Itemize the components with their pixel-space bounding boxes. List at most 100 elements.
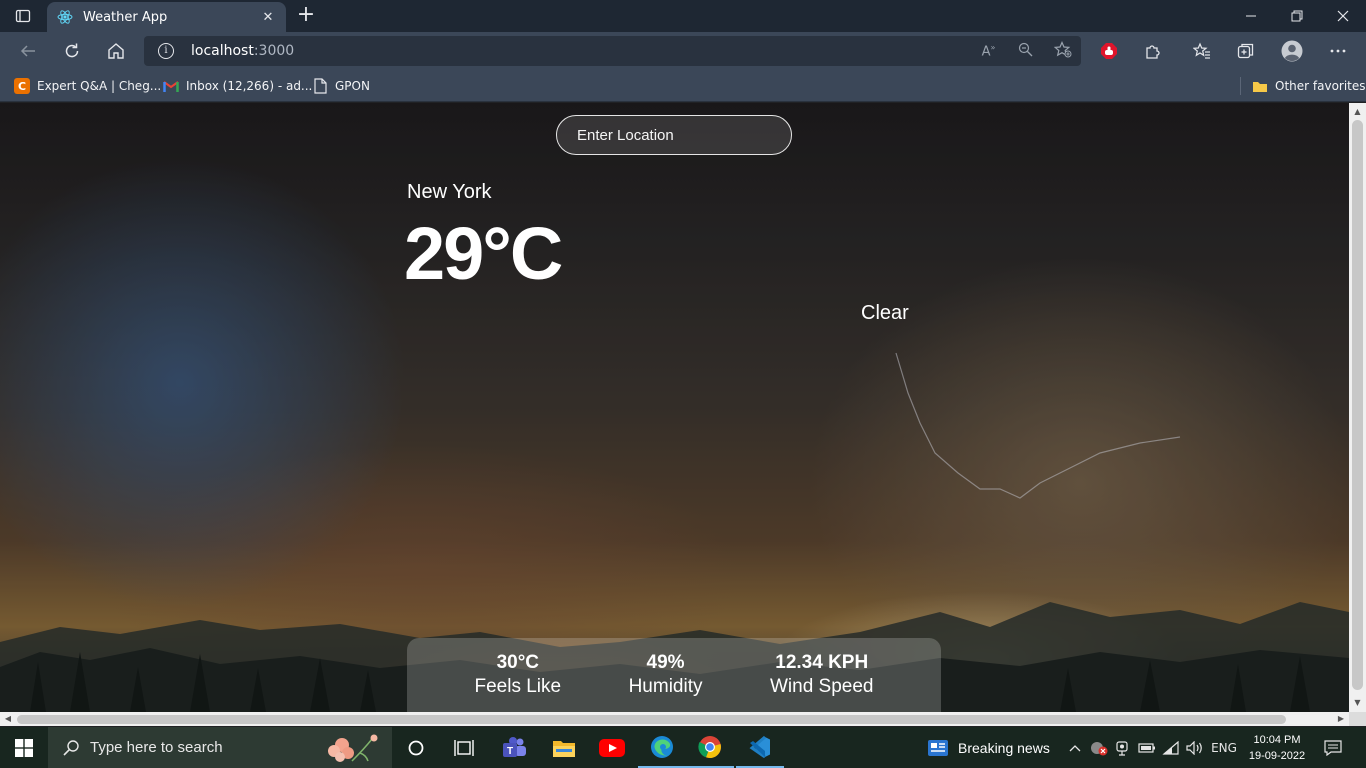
weather-app-page: New York 29°C Clear 30°C Feels Like 49% … xyxy=(0,103,1349,712)
task-view-icon xyxy=(454,739,474,756)
chegg-icon: C xyxy=(14,78,30,94)
vscode-app[interactable] xyxy=(736,727,784,768)
bookmark-gpon[interactable]: GPON xyxy=(312,76,370,96)
tab-close-icon[interactable]: ✕ xyxy=(260,10,276,25)
page-icon xyxy=(312,78,328,94)
close-window-button[interactable] xyxy=(1320,0,1366,32)
chrome-app[interactable] xyxy=(686,727,734,768)
search-icon xyxy=(63,739,79,756)
favorites-icon[interactable] xyxy=(1187,37,1217,65)
home-button[interactable] xyxy=(101,37,131,65)
notifications-button[interactable] xyxy=(1318,727,1348,768)
horizontal-scrollbar[interactable]: ◀ ▶ xyxy=(0,712,1349,726)
horizontal-scroll-thumb[interactable] xyxy=(17,715,1286,724)
vscode-icon xyxy=(749,735,770,758)
folder-icon xyxy=(553,740,575,757)
feels-like-value: 30°C xyxy=(496,652,540,673)
add-favorite-icon[interactable] xyxy=(1044,40,1081,62)
start-button[interactable] xyxy=(0,727,48,768)
current-temperature: 29°C xyxy=(404,212,563,295)
new-tab-button[interactable]: + xyxy=(293,3,319,29)
battery-tray[interactable] xyxy=(1136,727,1158,768)
windows-logo-icon xyxy=(15,738,33,757)
tab-actions-icon xyxy=(15,9,31,23)
collections-icon[interactable] xyxy=(1231,37,1261,65)
taskbar-clock[interactable]: 10:04 PM 19-09-2022 xyxy=(1246,732,1308,764)
news-widget[interactable]: Breaking news xyxy=(928,727,1050,768)
volume-tray[interactable] xyxy=(1184,727,1206,768)
youtube-icon xyxy=(599,738,625,757)
adblock-extension-icon[interactable] xyxy=(1094,37,1124,65)
edge-app[interactable] xyxy=(638,727,686,768)
bookmark-chegg[interactable]: C Expert Q&A | Cheg... xyxy=(14,76,161,96)
scroll-up-arrow-icon[interactable]: ▲ xyxy=(1349,105,1366,119)
news-icon xyxy=(928,739,948,756)
teams-icon: T xyxy=(503,736,526,757)
refresh-icon xyxy=(65,43,79,58)
battery-icon xyxy=(1138,742,1155,753)
settings-more-icon[interactable] xyxy=(1323,37,1353,65)
news-label: Breaking news xyxy=(958,739,1050,756)
bookmark-label: Expert Q&A | Cheg... xyxy=(37,79,162,93)
file-explorer-app[interactable] xyxy=(540,727,588,768)
home-icon xyxy=(108,43,124,59)
cortana-circle-icon xyxy=(408,740,424,755)
back-button[interactable] xyxy=(13,37,43,65)
location-search-input[interactable] xyxy=(556,115,792,155)
read-aloud-icon[interactable]: A» xyxy=(970,43,1007,59)
security-alert-icon xyxy=(1091,741,1108,755)
extensions-icon[interactable] xyxy=(1138,37,1168,65)
bookmark-gmail[interactable]: Inbox (12,266) - ad... xyxy=(163,76,312,96)
taskbar-search-placeholder: Type here to search xyxy=(90,739,223,756)
url-text[interactable]: localhost:3000 xyxy=(191,43,294,59)
browser-tab[interactable]: Weather App ✕ xyxy=(47,2,286,32)
vertical-scroll-thumb[interactable] xyxy=(1352,120,1363,690)
refresh-button[interactable] xyxy=(57,37,87,65)
gmail-icon xyxy=(163,78,179,94)
meet-now-tray[interactable] xyxy=(1112,727,1134,768)
site-info-icon[interactable]: i xyxy=(158,43,174,59)
bookmark-label: GPON xyxy=(335,79,370,93)
wind-speed-label: Wind Speed xyxy=(769,676,874,697)
wifi-icon xyxy=(1162,740,1179,755)
antivirus-tray[interactable] xyxy=(1088,727,1110,768)
close-icon xyxy=(1337,10,1349,22)
scroll-left-arrow-icon[interactable]: ◀ xyxy=(1,712,15,726)
tab-actions-button[interactable] xyxy=(0,0,46,32)
folder-icon xyxy=(1252,78,1268,94)
background-overlay xyxy=(0,103,1349,712)
clock-time: 10:04 PM xyxy=(1253,734,1301,746)
show-hidden-icons-button[interactable] xyxy=(1066,727,1084,768)
other-favorites-label: Other favorites xyxy=(1275,79,1366,93)
minimize-button[interactable] xyxy=(1228,0,1274,32)
humidity-value: 49% xyxy=(646,652,685,673)
scroll-down-arrow-icon[interactable]: ▼ xyxy=(1349,696,1366,710)
address-bar[interactable]: i localhost:3000 A» xyxy=(144,36,1081,66)
restore-button[interactable] xyxy=(1274,0,1320,32)
tab-title: Weather App xyxy=(83,9,168,25)
language-indicator[interactable]: ENG xyxy=(1208,727,1240,768)
other-favorites-folder[interactable]: Other favorites xyxy=(1252,76,1366,96)
chevron-up-icon xyxy=(1069,744,1081,751)
wifi-tray[interactable] xyxy=(1160,727,1182,768)
weather-description: Clear xyxy=(861,302,909,324)
bookmarks-divider xyxy=(1240,77,1241,95)
back-arrow-icon xyxy=(20,45,35,57)
zoom-out-icon[interactable] xyxy=(1007,42,1044,61)
humidity-label: Humidity xyxy=(628,676,703,697)
scroll-right-arrow-icon[interactable]: ▶ xyxy=(1334,712,1348,726)
taskbar-search-box[interactable]: Type here to search xyxy=(48,727,392,768)
location-name: New York xyxy=(407,181,492,203)
teams-app[interactable]: T xyxy=(490,727,538,768)
cortana-button[interactable] xyxy=(392,727,440,768)
task-view-button[interactable] xyxy=(440,727,488,768)
vertical-scrollbar[interactable]: ▲ ▼ xyxy=(1349,103,1366,712)
edge-icon xyxy=(651,735,673,758)
scrollbar-corner xyxy=(1349,712,1366,726)
youtube-app[interactable] xyxy=(588,727,636,768)
speaker-icon xyxy=(1186,740,1202,755)
svg-text:T: T xyxy=(507,746,513,757)
windows-taskbar: Type here to search T Breaking news ENG … xyxy=(0,727,1366,768)
flower-illustration-icon xyxy=(328,734,378,762)
profile-avatar[interactable] xyxy=(1277,37,1307,65)
